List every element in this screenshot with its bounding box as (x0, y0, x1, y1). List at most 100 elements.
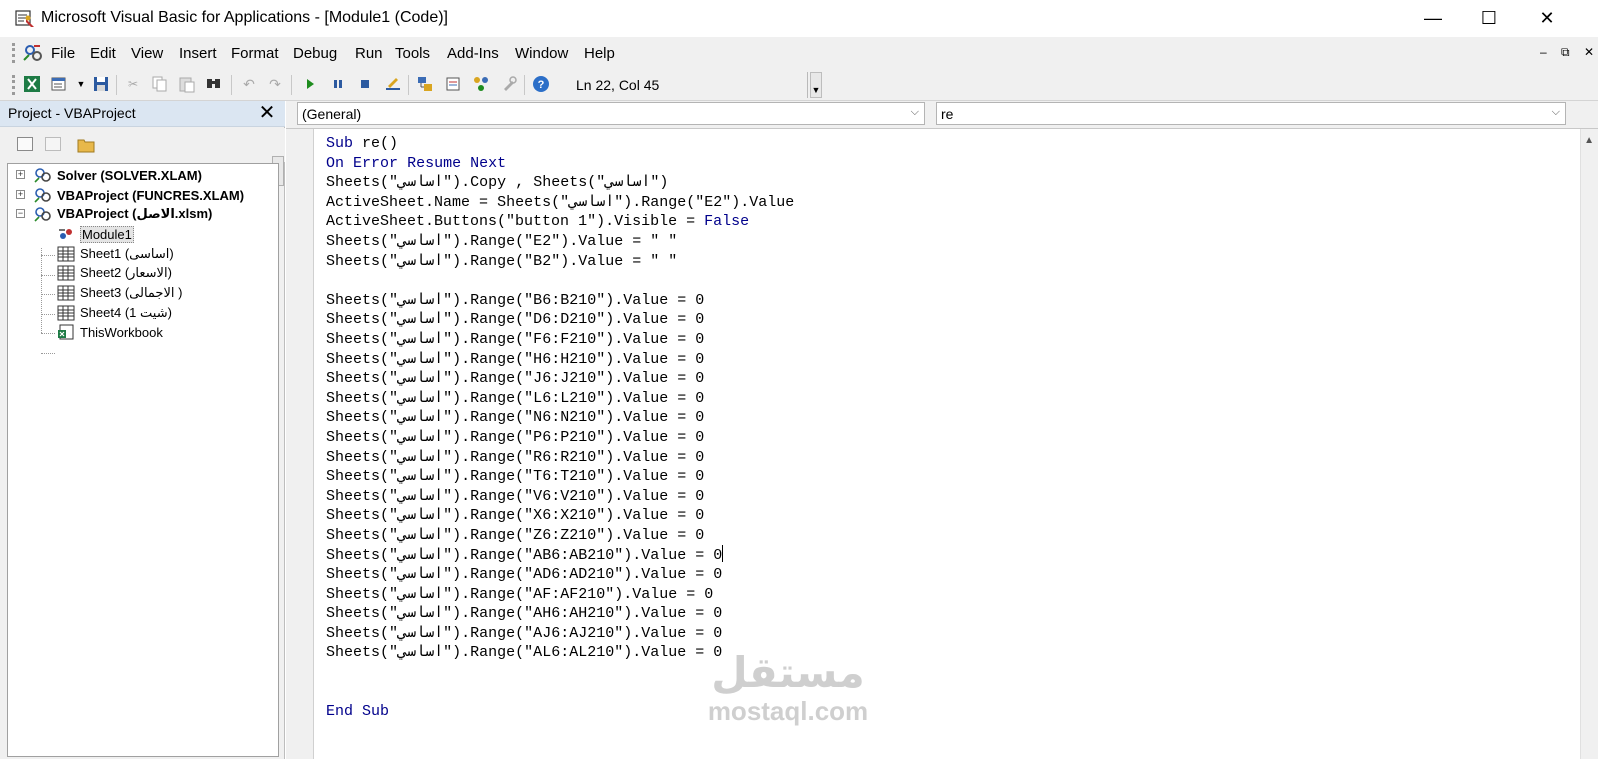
menu-tools[interactable]: Tools (395, 45, 430, 62)
tree-node-sheet4[interactable]: Sheet4 (شيت 1) (57, 304, 172, 322)
procedure-combo[interactable]: re ⌵ (936, 102, 1566, 125)
tree-node-solver[interactable]: + Solver (SOLVER.XLAM) (16, 166, 202, 184)
collapse-icon[interactable]: − (16, 209, 25, 218)
code-line[interactable]: ActiveSheet.Buttons("button 1").Visible … (326, 212, 794, 232)
code-line[interactable]: Sheets("اساسي").Range("H6:H210").Value =… (326, 350, 794, 370)
paste-icon[interactable] (178, 75, 196, 93)
view-object-icon[interactable] (45, 137, 61, 151)
object-browser-icon[interactable] (472, 75, 490, 93)
code-line[interactable]: Sheets("اساسي").Range("E2").Value = " " (326, 232, 794, 252)
close-button[interactable]: ✕ (1518, 0, 1576, 37)
menu-view[interactable]: View (131, 45, 163, 62)
help-icon[interactable]: ? (532, 75, 550, 93)
object-combo[interactable]: (General) ⌵ (297, 102, 925, 125)
excel-icon[interactable] (23, 75, 41, 93)
menu-insert[interactable]: Insert (179, 45, 217, 62)
tree-node-module1[interactable]: Module1 (57, 225, 134, 243)
toolbar-overflow-icon[interactable]: ▼ (810, 72, 822, 98)
code-line[interactable]: Sheets("اساسي").Range("B2").Value = " " (326, 252, 794, 272)
menu-window[interactable]: Window (515, 45, 568, 62)
properties-icon[interactable] (444, 75, 462, 93)
code-line[interactable]: Sub re() (326, 134, 794, 154)
code-line[interactable]: Sheets("اساسي").Range("AJ6:AJ210").Value… (326, 624, 794, 644)
code-line[interactable]: Sheets("اساسي").Range("AB6:AB210").Value… (326, 545, 794, 565)
chevron-down-icon[interactable]: ⌵ (1552, 106, 1560, 119)
tree-node-sheet3[interactable]: Sheet3 (الاجمالى ) (57, 284, 182, 302)
code-line[interactable] (326, 683, 794, 703)
project-explorer-icon[interactable] (416, 75, 434, 93)
toggle-folders-icon[interactable] (77, 137, 95, 153)
toolbar-grip[interactable] (12, 75, 15, 95)
code-line[interactable]: On Error Resume Next (326, 154, 794, 174)
code-vertical-scrollbar[interactable]: ▲ (1580, 129, 1598, 759)
code-line[interactable]: Sheets("اساسي").Range("Z6:Z210").Value =… (326, 526, 794, 546)
code-text[interactable]: Sub re() On Error Resume Next Sheets("اساس… (326, 134, 794, 722)
menu-help[interactable]: Help (584, 45, 615, 62)
toolbox-icon[interactable] (500, 75, 518, 93)
expand-icon[interactable]: + (16, 190, 25, 199)
code-line[interactable]: Sheets("اساسي").Range("T6:T210").Value =… (326, 467, 794, 487)
toolbar-separator (291, 75, 292, 95)
code-line[interactable]: Sheets("اساسي").Range("B6:B210").Value =… (326, 291, 794, 311)
code-line[interactable]: Sheets("اساسي").Range("X6:X210").Value =… (326, 506, 794, 526)
menu-edit[interactable]: Edit (90, 45, 116, 62)
code-line[interactable]: Sheets("اساسي").Range("AH6:AH210").Value… (326, 604, 794, 624)
code-line[interactable]: Sheets("اساسي").Range("AF:AF210").Value … (326, 585, 794, 605)
find-icon[interactable] (205, 75, 223, 93)
code-line[interactable]: ActiveSheet.Name = Sheets("اساسي").Range… (326, 193, 794, 213)
tree-node-thisworkbook[interactable]: ThisWorkbook (57, 323, 163, 341)
code-line[interactable]: Sheets("اساسي").Range("D6:D210").Value =… (326, 310, 794, 330)
redo-icon[interactable]: ↷ (266, 75, 284, 93)
cut-icon[interactable]: ✂ (124, 75, 142, 93)
mdi-restore-button[interactable]: ⧉ (1561, 45, 1570, 60)
tree-node-sheet2[interactable]: Sheet2 (الاسعار) (57, 264, 172, 282)
code-line[interactable] (326, 663, 794, 683)
design-mode-icon[interactable] (384, 75, 402, 93)
tree-node-asl-workbook[interactable]: − VBAProject (الاصل.xlsm) (16, 205, 212, 223)
reset-icon[interactable] (356, 75, 374, 93)
code-line[interactable]: Sheets("اساسي").Copy , Sheets("اساسي") (326, 173, 794, 193)
insert-module-icon[interactable] (50, 75, 68, 93)
menu-addins[interactable]: Add-Ins (447, 45, 499, 62)
dropdown-arrow-icon[interactable]: ▼ (72, 75, 90, 93)
code-line[interactable]: Sheets("اساسي").Range("R6:R210").Value =… (326, 448, 794, 468)
code-line[interactable]: Sheets("اساسي").Range("N6:N210").Value =… (326, 408, 794, 428)
scroll-up-icon[interactable]: ▲ (1584, 135, 1594, 146)
code-token: 0 (695, 330, 705, 348)
code-editor[interactable]: Sub re() On Error Resume Next Sheets("اساس… (286, 128, 1598, 759)
minimize-button[interactable]: — (1404, 0, 1462, 37)
menu-file[interactable]: File (51, 45, 75, 62)
code-line[interactable]: Sheets("اساسي").Range("J6:J210").Value =… (326, 369, 794, 389)
menu-grip[interactable] (12, 43, 15, 63)
break-icon[interactable] (329, 75, 347, 93)
code-line[interactable]: Sheets("اساسي").Range("P6:P210").Value =… (326, 428, 794, 448)
project-pane-close-button[interactable]: ✕ (257, 103, 277, 123)
code-line[interactable]: Sheets("اساسي").Range("V6:V210").Value =… (326, 487, 794, 507)
mdi-minimize-button[interactable]: – (1540, 45, 1547, 59)
code-line[interactable]: Sheets("اساسي").Range("AD6:AD210").Value… (326, 565, 794, 585)
view-code-icon[interactable] (17, 137, 33, 151)
maximize-button[interactable]: ☐ (1460, 0, 1518, 37)
menu-format[interactable]: Format (231, 45, 279, 62)
code-line[interactable]: Sheets("اساسي").Range("L6:L210").Value =… (326, 389, 794, 409)
mdi-close-button[interactable]: ✕ (1584, 45, 1594, 59)
run-icon[interactable] (301, 75, 319, 93)
tree-node-sheet1[interactable]: Sheet1 (اساسى) (57, 245, 174, 263)
tree-node-label: Module1 (80, 225, 134, 243)
menu-debug[interactable]: Debug (293, 45, 337, 62)
menu-run[interactable]: Run (355, 45, 383, 62)
save-icon[interactable] (92, 75, 110, 93)
margin-indicator-bar[interactable] (286, 129, 314, 759)
code-token: = (677, 389, 687, 407)
chevron-down-icon[interactable]: ⌵ (911, 106, 919, 119)
code-line[interactable]: End Sub (326, 702, 794, 722)
vba-menu-icon[interactable] (22, 42, 44, 64)
tree-node-funcres[interactable]: + VBAProject (FUNCRES.XLAM) (16, 186, 244, 204)
code-line[interactable]: Sheets("اساسي").Range("F6:F210").Value =… (326, 330, 794, 350)
expand-icon[interactable]: + (16, 170, 25, 179)
copy-icon[interactable] (151, 75, 169, 93)
undo-icon[interactable]: ↶ (240, 75, 258, 93)
code-line[interactable] (326, 271, 794, 291)
code-line[interactable]: Sheets("اساسي").Range("AL6:AL210").Value… (326, 643, 794, 663)
